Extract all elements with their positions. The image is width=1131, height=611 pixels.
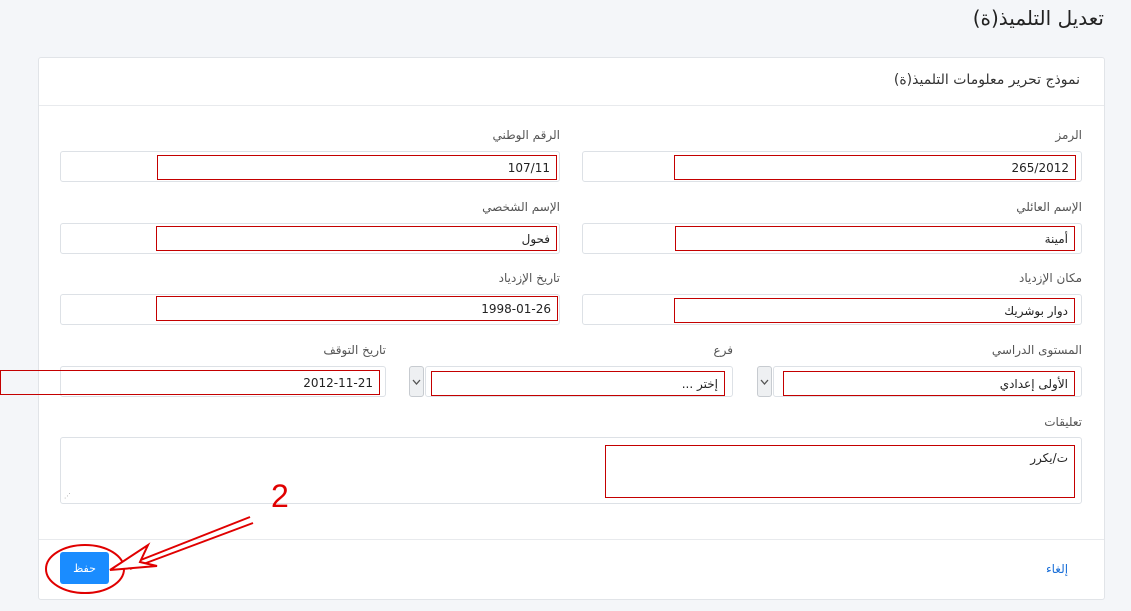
branch-select-toggle[interactable]	[409, 366, 424, 397]
cancel-link[interactable]: إلغاء	[1046, 562, 1068, 576]
level-select-toggle[interactable]	[757, 366, 772, 397]
comments-label: تعليقات	[1044, 415, 1082, 429]
stop-date-value[interactable]: 2012-11-21	[0, 370, 380, 395]
resize-grip-icon[interactable]: ⋰	[64, 493, 71, 500]
chevron-down-icon	[760, 379, 769, 385]
code-label: الرمز	[1055, 128, 1082, 142]
level-label: المستوى الدراسي	[991, 343, 1082, 357]
birth-place-value[interactable]: دوار بوشريك	[674, 298, 1075, 323]
branch-label: فرع	[713, 343, 733, 357]
card-footer-divider	[39, 539, 1104, 540]
level-value[interactable]: الأولى إعدادي	[783, 371, 1075, 396]
card-header: نموذج تحرير معلومات التلميذ(ة)	[39, 58, 1104, 106]
branch-value[interactable]: إختر ...	[431, 371, 725, 396]
first-name-label: الإسم الشخصي	[482, 200, 560, 214]
edit-student-card: نموذج تحرير معلومات التلميذ(ة)	[38, 57, 1105, 600]
chevron-down-icon	[412, 379, 421, 385]
national-id-value[interactable]: 107/11	[157, 155, 557, 180]
birth-date-label: تاريخ الإزدياد	[498, 271, 560, 285]
birth-place-label: مكان الإزدياد	[1019, 271, 1082, 285]
card-header-title: نموذج تحرير معلومات التلميذ(ة)	[893, 72, 1080, 88]
first-name-value[interactable]: فحول	[156, 226, 557, 251]
national-id-label: الرقم الوطني	[492, 128, 560, 142]
code-value[interactable]: 265/2012	[674, 155, 1076, 180]
birth-date-value[interactable]: 1998-01-26	[156, 296, 558, 321]
comments-value[interactable]: ت/يكرر	[605, 445, 1075, 498]
last-name-label: الإسم العائلي	[1016, 200, 1082, 214]
last-name-value[interactable]: أمينة	[675, 226, 1075, 251]
save-button[interactable]: حفظ	[60, 552, 109, 584]
page-title: تعديل التلميذ(ة)	[972, 6, 1104, 30]
annotation-step-number: 2	[271, 478, 289, 514]
stop-date-label: تاريخ التوقف	[323, 343, 386, 357]
